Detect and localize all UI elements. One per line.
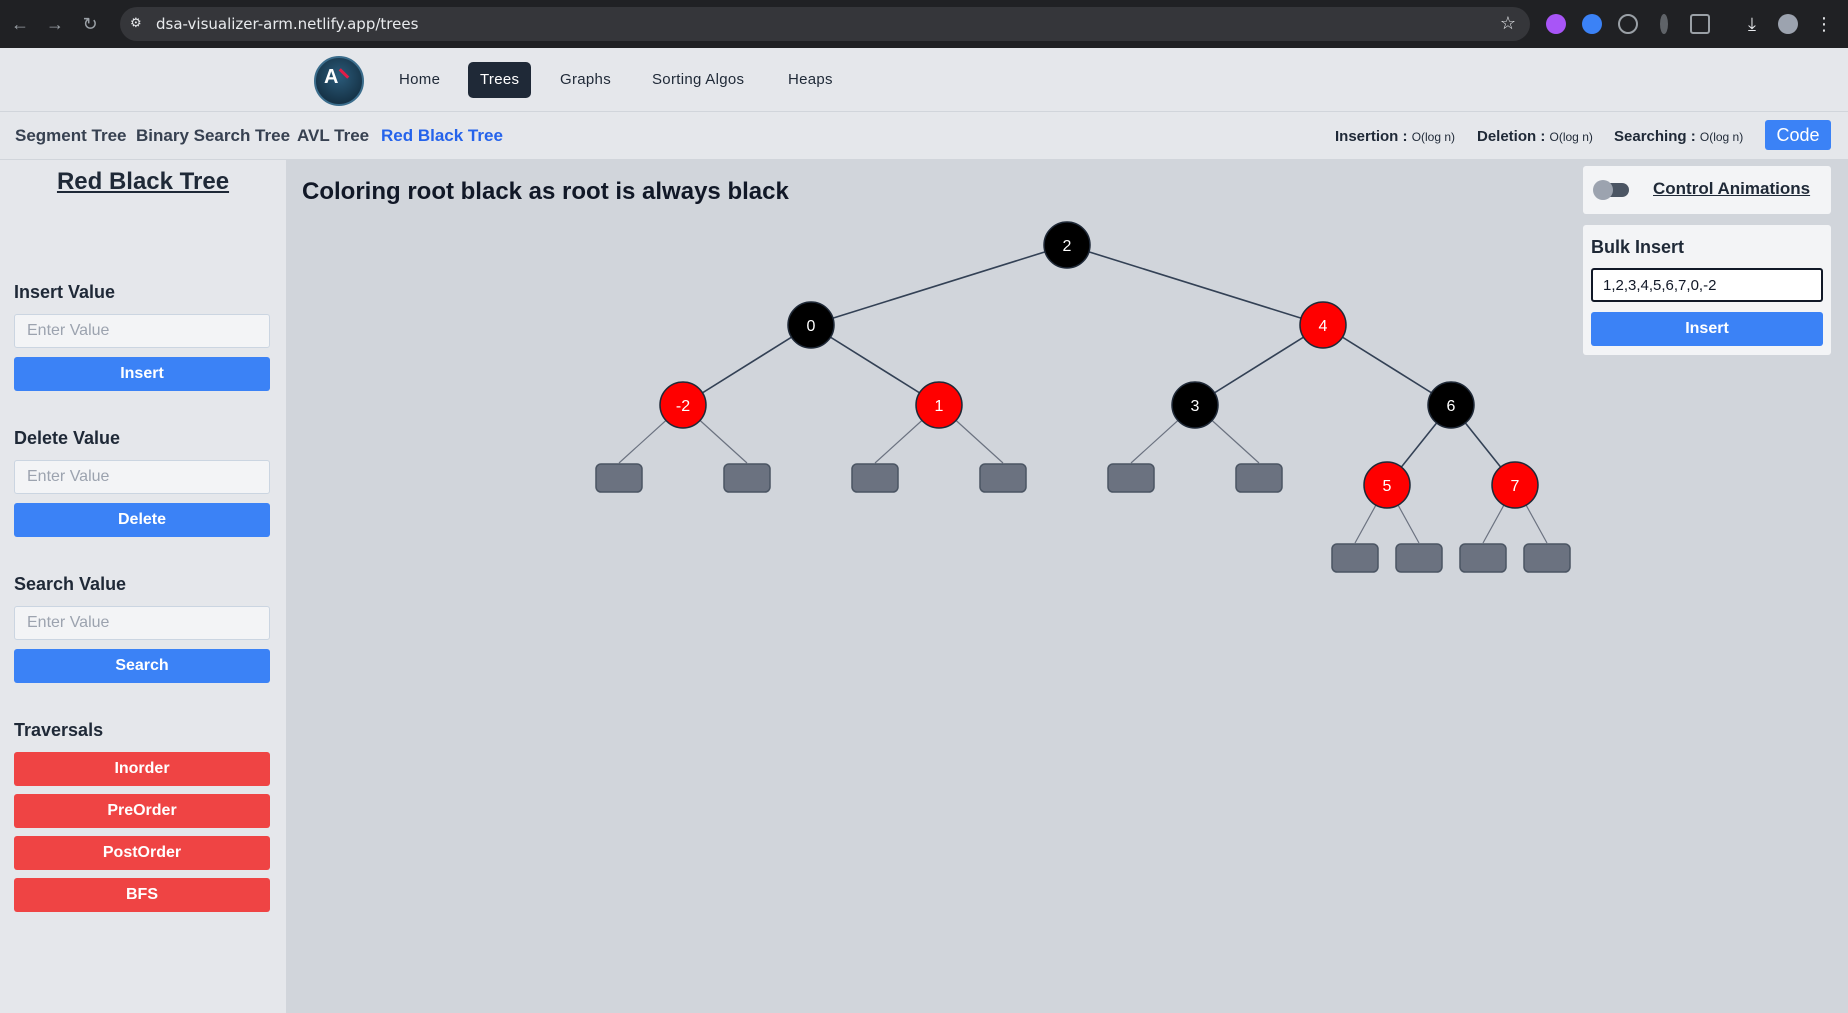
subnav-binary-search-tree[interactable]: Binary Search Tree	[136, 126, 290, 146]
inorder-button[interactable]: Inorder	[14, 752, 270, 786]
extension-icon[interactable]	[1660, 14, 1668, 34]
tree-edge	[1066, 244, 1324, 326]
tree-node-black[interactable]: 3	[1171, 381, 1219, 429]
nil-leaf	[1395, 543, 1443, 573]
nil-leaf	[1331, 543, 1379, 573]
nil-leaf	[1459, 543, 1507, 573]
bulk-insert-button[interactable]: Insert	[1591, 312, 1823, 346]
tree-edge	[810, 244, 1068, 326]
node-value: 1	[935, 398, 944, 415]
preorder-button[interactable]: PreOrder	[14, 794, 270, 828]
delete-button[interactable]: Delete	[14, 503, 270, 537]
deletion-complexity: Deletion : O(log n)	[1477, 128, 1593, 145]
nil-leaf	[851, 463, 899, 493]
nil-leaf	[979, 463, 1027, 493]
bulk-insert-input[interactable]	[1591, 268, 1823, 302]
nav-graphs[interactable]: Graphs	[548, 62, 623, 98]
animation-control-panel: Control Animations	[1583, 166, 1831, 214]
toggle-knob	[1593, 180, 1613, 200]
insertion-label: Insertion :	[1335, 128, 1408, 145]
nil-leaf	[595, 463, 643, 493]
tree-node-red[interactable]: 7	[1491, 461, 1539, 509]
node-value: 4	[1319, 318, 1328, 335]
tree-node-red[interactable]: -2	[659, 381, 707, 429]
site-info-icon[interactable]: ⚙	[130, 15, 148, 33]
tree-node-black[interactable]: 6	[1427, 381, 1475, 429]
profile-avatar[interactable]	[1778, 14, 1798, 34]
postorder-button[interactable]: PostOrder	[14, 836, 270, 870]
tree-node-red[interactable]: 5	[1363, 461, 1411, 509]
reload-icon[interactable]: ↻	[80, 14, 100, 34]
extensions-puzzle-icon[interactable]	[1690, 14, 1710, 34]
search-value-label: Search Value	[14, 574, 127, 594]
insertion-value: O(log n)	[1411, 130, 1456, 144]
search-value-input[interactable]	[14, 606, 270, 640]
address-bar[interactable]: ⚙ dsa-visualizer-arm.netlify.app/trees ☆	[120, 7, 1530, 41]
tree-type-nav: Segment Tree Binary Search Tree AVL Tree…	[0, 112, 1848, 160]
bfs-button[interactable]: BFS	[14, 878, 270, 912]
insert-button[interactable]: Insert	[14, 357, 270, 391]
tree-node-black[interactable]: 2	[1043, 221, 1091, 269]
control-sidebar: Red Black Tree Insert Value Insert Delet…	[0, 160, 286, 1013]
menu-icon[interactable]: ⋮	[1814, 14, 1834, 34]
app-logo[interactable]: A	[314, 56, 364, 106]
animation-toggle[interactable]	[1593, 180, 1629, 200]
control-animations-label[interactable]: Control Animations	[1653, 179, 1810, 199]
node-value: 6	[1447, 398, 1456, 415]
insert-value-input[interactable]	[14, 314, 270, 348]
nav-trees[interactable]: Trees	[468, 62, 532, 98]
node-value: 7	[1511, 478, 1520, 495]
tree-node-red[interactable]: 1	[915, 381, 963, 429]
nav-sorting-algos[interactable]: Sorting Algos	[640, 62, 756, 98]
tree-node-red[interactable]: 4	[1299, 301, 1347, 349]
app-header: A Home Trees Graphs Sorting Algos Heaps	[0, 48, 1848, 112]
deletion-value: O(log n)	[1549, 130, 1593, 144]
node-value: 5	[1383, 478, 1392, 495]
bulk-insert-panel: Bulk Insert Insert	[1583, 225, 1831, 355]
searching-complexity: Searching : O(log n)	[1614, 128, 1743, 145]
insertion-complexity: Insertion : O(log n)	[1335, 128, 1455, 145]
insert-value-label: Insert Value	[14, 282, 116, 302]
url-text: dsa-visualizer-arm.netlify.app/trees	[156, 15, 419, 33]
nav-heaps[interactable]: Heaps	[776, 62, 845, 98]
search-button[interactable]: Search	[14, 649, 270, 683]
searching-label: Searching :	[1614, 128, 1696, 145]
code-button[interactable]: Code	[1765, 120, 1831, 150]
node-value: -2	[676, 398, 690, 415]
browser-chrome: ← → ↻ ⚙ dsa-visualizer-arm.netlify.app/t…	[0, 0, 1848, 48]
nil-leaf	[1235, 463, 1283, 493]
bookmark-star-icon[interactable]: ☆	[1500, 13, 1516, 34]
delete-value-label: Delete Value	[14, 428, 121, 448]
searching-value: O(log n)	[1699, 130, 1744, 144]
status-message: Coloring root black as root is always bl…	[302, 178, 789, 205]
subnav-segment-tree[interactable]: Segment Tree	[15, 126, 127, 146]
forward-icon[interactable]: →	[45, 14, 65, 34]
subnav-red-black-tree[interactable]: Red Black Tree	[381, 126, 503, 146]
extension-icon[interactable]	[1582, 14, 1602, 34]
deletion-label: Deletion :	[1477, 128, 1546, 145]
sidebar-title: Red Black Tree	[56, 168, 230, 195]
nil-leaf	[723, 463, 771, 493]
subnav-avl-tree[interactable]: AVL Tree	[297, 126, 369, 146]
node-value: 2	[1063, 238, 1072, 255]
tree-node-black[interactable]: 0	[787, 301, 835, 349]
nil-leaf	[1107, 463, 1155, 493]
nav-home[interactable]: Home	[387, 62, 452, 98]
download-icon[interactable]: ⤓	[1742, 14, 1762, 34]
node-value: 3	[1191, 398, 1200, 415]
bulk-insert-label: Bulk Insert	[1591, 237, 1685, 257]
delete-value-input[interactable]	[14, 460, 270, 494]
extension-icon[interactable]	[1618, 14, 1638, 34]
extension-icon[interactable]	[1546, 14, 1566, 34]
node-value: 0	[807, 318, 816, 335]
traversals-label: Traversals	[14, 720, 104, 740]
nil-leaf	[1523, 543, 1571, 573]
back-icon[interactable]: ←	[10, 14, 30, 34]
